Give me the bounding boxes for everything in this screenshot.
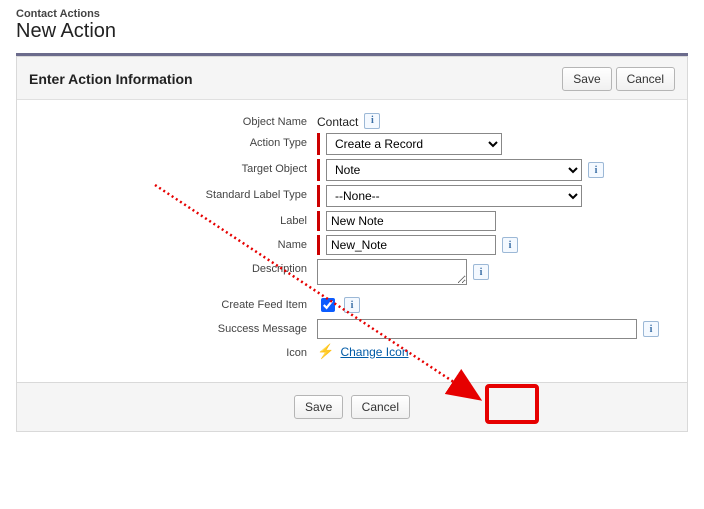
object-name-value: Contact xyxy=(317,112,358,129)
cancel-button-bottom[interactable]: Cancel xyxy=(351,395,410,419)
label-input[interactable] xyxy=(326,211,496,231)
name-field-label: Name xyxy=(17,235,317,251)
save-button-bottom[interactable]: Save xyxy=(294,395,343,419)
section-title: Enter Action Information xyxy=(29,71,558,87)
target-object-select[interactable]: Note xyxy=(326,159,582,181)
save-button-top[interactable]: Save xyxy=(562,67,611,91)
required-bar xyxy=(317,235,320,255)
cancel-button-top[interactable]: Cancel xyxy=(616,67,675,91)
name-input[interactable] xyxy=(326,235,496,255)
action-type-select[interactable]: Create a Record xyxy=(326,133,502,155)
change-icon-link[interactable]: Change Icon xyxy=(340,345,408,359)
success-message-input[interactable] xyxy=(317,319,637,339)
info-icon[interactable]: i xyxy=(643,321,659,337)
icon-label: Icon xyxy=(17,343,317,359)
action-info-section: Enter Action Information Save Cancel Obj… xyxy=(16,56,688,383)
page-title: New Action xyxy=(16,20,688,43)
create-feed-item-checkbox[interactable] xyxy=(321,298,335,312)
required-bar xyxy=(317,133,320,155)
required-bar xyxy=(317,211,320,231)
description-textarea[interactable] xyxy=(317,259,467,285)
success-message-label: Success Message xyxy=(17,319,317,335)
description-label: Description xyxy=(17,259,317,275)
info-icon[interactable]: i xyxy=(364,113,380,129)
lightning-icon: ⚡ xyxy=(317,343,334,360)
info-icon[interactable]: i xyxy=(588,162,604,178)
object-name-label: Object Name xyxy=(17,112,317,128)
create-feed-item-label: Create Feed Item xyxy=(17,295,317,311)
info-icon[interactable]: i xyxy=(502,237,518,253)
footer-bar: Save Cancel xyxy=(16,383,688,432)
action-type-label: Action Type xyxy=(17,133,317,149)
standard-label-type-label: Standard Label Type xyxy=(17,185,317,201)
info-icon[interactable]: i xyxy=(473,264,489,280)
standard-label-type-select[interactable]: --None-- xyxy=(326,185,582,207)
target-object-label: Target Object xyxy=(17,159,317,175)
breadcrumb: Contact Actions xyxy=(16,8,688,20)
required-bar xyxy=(317,185,320,207)
info-icon[interactable]: i xyxy=(344,297,360,313)
label-field-label: Label xyxy=(17,211,317,227)
required-bar xyxy=(317,159,320,181)
